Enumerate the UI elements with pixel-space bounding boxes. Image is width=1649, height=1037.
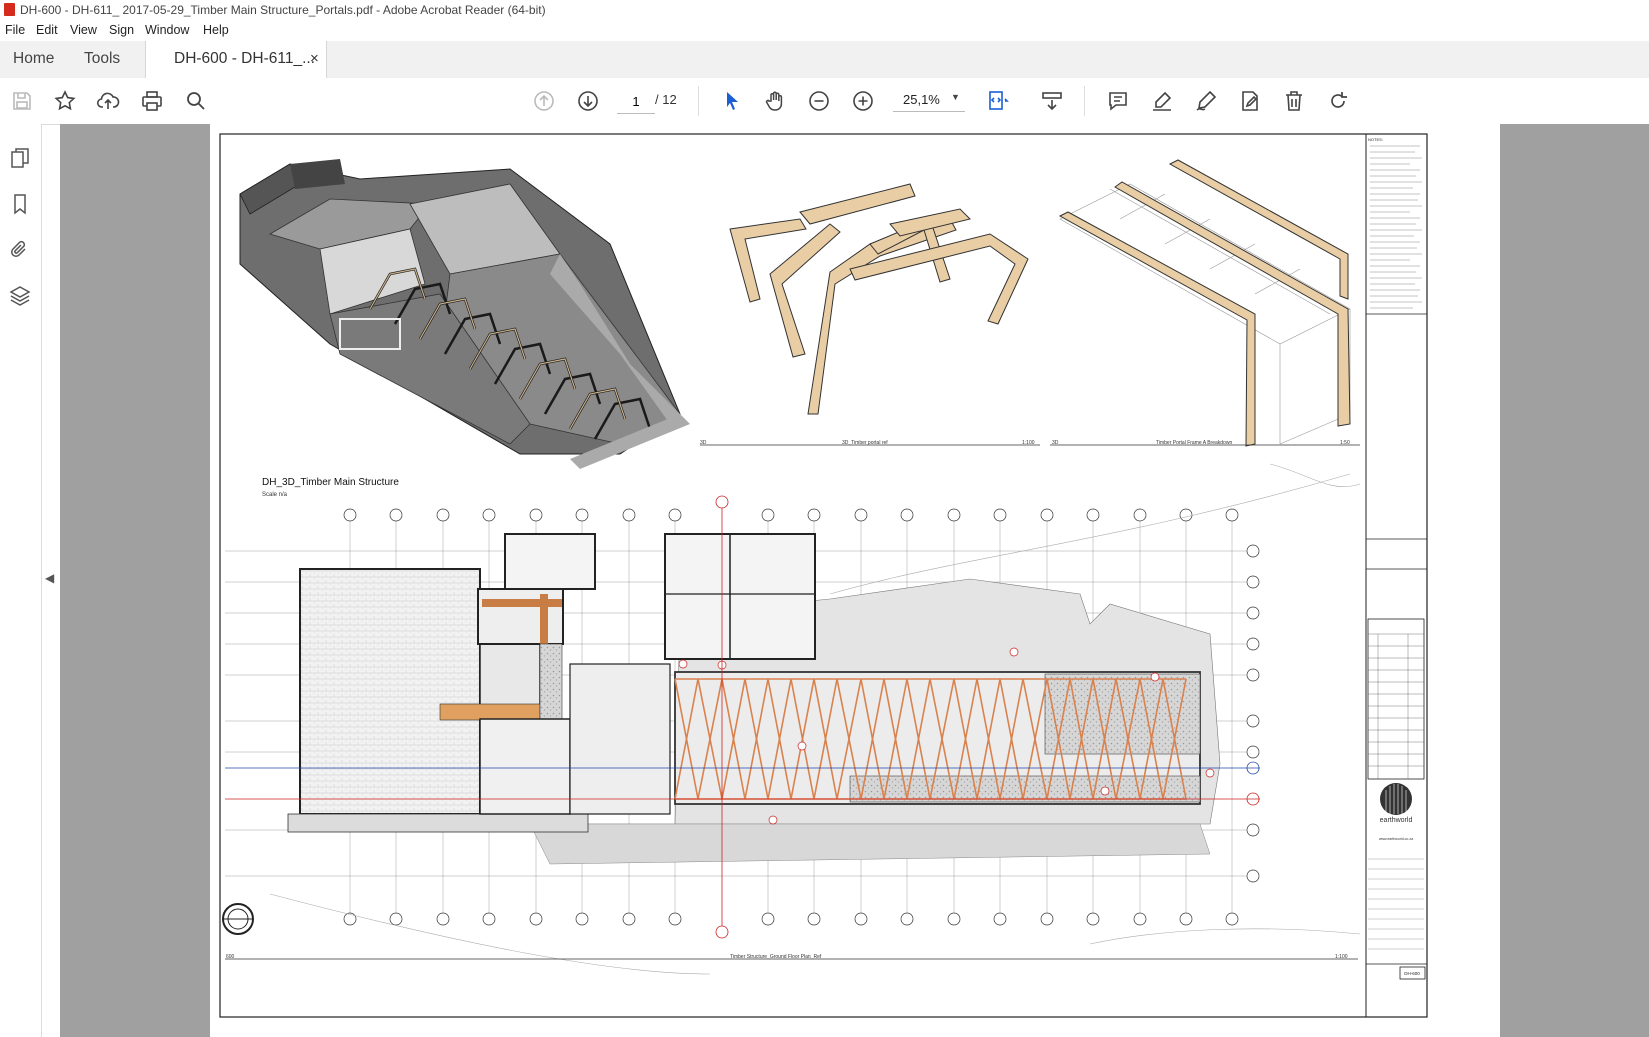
view2-number: 3D xyxy=(1052,440,1059,446)
attachment-icon[interactable] xyxy=(8,238,32,262)
page-up-icon[interactable] xyxy=(532,89,556,113)
tab-home[interactable]: Home xyxy=(13,50,54,68)
page-total: / 12 xyxy=(655,92,677,107)
view1-scale: 1:100 xyxy=(1022,440,1035,446)
menu-window[interactable]: Window xyxy=(145,23,189,37)
grid-bubbles-right xyxy=(1246,544,1260,883)
website-text: www.earthworld.co.za xyxy=(1379,837,1413,841)
edit-pdf-icon[interactable] xyxy=(1238,89,1262,113)
logo-text: earthworld xyxy=(1380,817,1413,824)
menu-edit[interactable]: Edit xyxy=(36,23,58,37)
grid-bubbles-bottom xyxy=(343,912,1239,926)
toolbar-separator xyxy=(698,86,699,116)
portal-breakdown-view xyxy=(1058,159,1351,447)
sheet-number: DH-600 xyxy=(1404,971,1420,976)
view2-title: Timber Portal Frame A Breakdown xyxy=(1156,440,1232,446)
page-down-icon[interactable] xyxy=(576,89,600,113)
sign-icon[interactable] xyxy=(1194,89,1218,113)
view1-number: 3D xyxy=(700,440,707,446)
tab-tools[interactable]: Tools xyxy=(84,50,120,68)
tab-bar: Home Tools DH-600 - DH-611_... × xyxy=(0,41,1649,79)
star-icon[interactable] xyxy=(53,89,77,113)
search-icon[interactable] xyxy=(184,89,208,113)
menu-sign[interactable]: Sign xyxy=(109,23,134,37)
fit-page-icon[interactable] xyxy=(985,89,1009,113)
highlight-icon[interactable] xyxy=(1150,89,1174,113)
close-tab-icon[interactable]: × xyxy=(310,50,319,67)
title-block xyxy=(1365,133,1428,1018)
chevron-down-icon: ▼ xyxy=(951,92,960,102)
main-view-title: DH_3D_Timber Main Structure xyxy=(262,477,399,488)
view2-scale: 1:50 xyxy=(1340,440,1350,446)
window-title: DH-600 - DH-611_ 2017-05-29_Timber Main … xyxy=(20,3,546,17)
timber-portals-view xyxy=(729,183,1029,415)
comment-icon[interactable] xyxy=(1106,89,1130,113)
menu-view[interactable]: View xyxy=(70,23,97,37)
save-icon[interactable] xyxy=(10,89,34,113)
tab-document[interactable]: DH-600 - DH-611_... × xyxy=(145,41,327,79)
earthworld-logo-icon xyxy=(1380,783,1412,815)
print-icon[interactable] xyxy=(140,89,164,113)
title-block-content: NOTES: earthworld www.earthworld.co.za D… xyxy=(1366,137,1427,980)
plan-number: 600 xyxy=(226,954,235,960)
architectural-drawing: DH_3D_Timber Main Structure Scale n/a 3D… xyxy=(219,133,1428,1018)
layers-icon[interactable] xyxy=(8,284,32,308)
document-viewer[interactable]: DH_3D_Timber Main Structure Scale n/a 3D… xyxy=(60,124,1649,1037)
floor-plan xyxy=(222,463,1361,975)
delete-icon[interactable] xyxy=(1282,89,1306,113)
hand-icon[interactable] xyxy=(763,89,787,113)
plan-scale: 1:100 xyxy=(1335,954,1348,960)
view1-title: 3D_Timber portal ref xyxy=(842,440,888,446)
zoom-value: 25,1% xyxy=(903,92,940,107)
navigation-pane xyxy=(0,124,42,1037)
scroll-mode-icon[interactable] xyxy=(1040,89,1064,113)
zoom-level-select[interactable]: 25,1% ▼ xyxy=(893,89,965,112)
upload-icon[interactable] xyxy=(96,89,120,113)
acrobat-app-icon xyxy=(4,3,15,16)
document-tab-label: DH-600 - DH-611_... xyxy=(174,50,315,67)
pdf-page: DH_3D_Timber Main Structure Scale n/a 3D… xyxy=(210,124,1500,1037)
main-view-scale: Scale n/a xyxy=(262,492,288,498)
pages-icon[interactable] xyxy=(8,146,32,170)
grid-bubbles-top xyxy=(343,508,1239,522)
zoom-in-icon[interactable] xyxy=(851,89,875,113)
notes-label: NOTES: xyxy=(1368,137,1383,142)
building-3d-view xyxy=(239,159,690,469)
zoom-out-icon[interactable] xyxy=(807,89,831,113)
plan-title: Timber Structure_Ground Floor Plan_Ref xyxy=(730,954,822,960)
page-number-input[interactable] xyxy=(617,89,655,114)
select-arrow-icon[interactable] xyxy=(720,89,744,113)
bookmark-icon[interactable] xyxy=(8,192,32,216)
toolbar: / 12 25,1% ▼ xyxy=(0,78,1649,125)
menu-help[interactable]: Help xyxy=(203,23,229,37)
toolbar-separator xyxy=(1084,86,1085,116)
menu-bar: File Edit View Sign Window Help xyxy=(0,20,1649,41)
collapse-pane-icon[interactable]: ◀ xyxy=(45,571,54,585)
window-titlebar: DH-600 - DH-611_ 2017-05-29_Timber Main … xyxy=(0,0,1649,20)
menu-file[interactable]: File xyxy=(5,23,25,37)
rotate-icon[interactable] xyxy=(1326,89,1350,113)
